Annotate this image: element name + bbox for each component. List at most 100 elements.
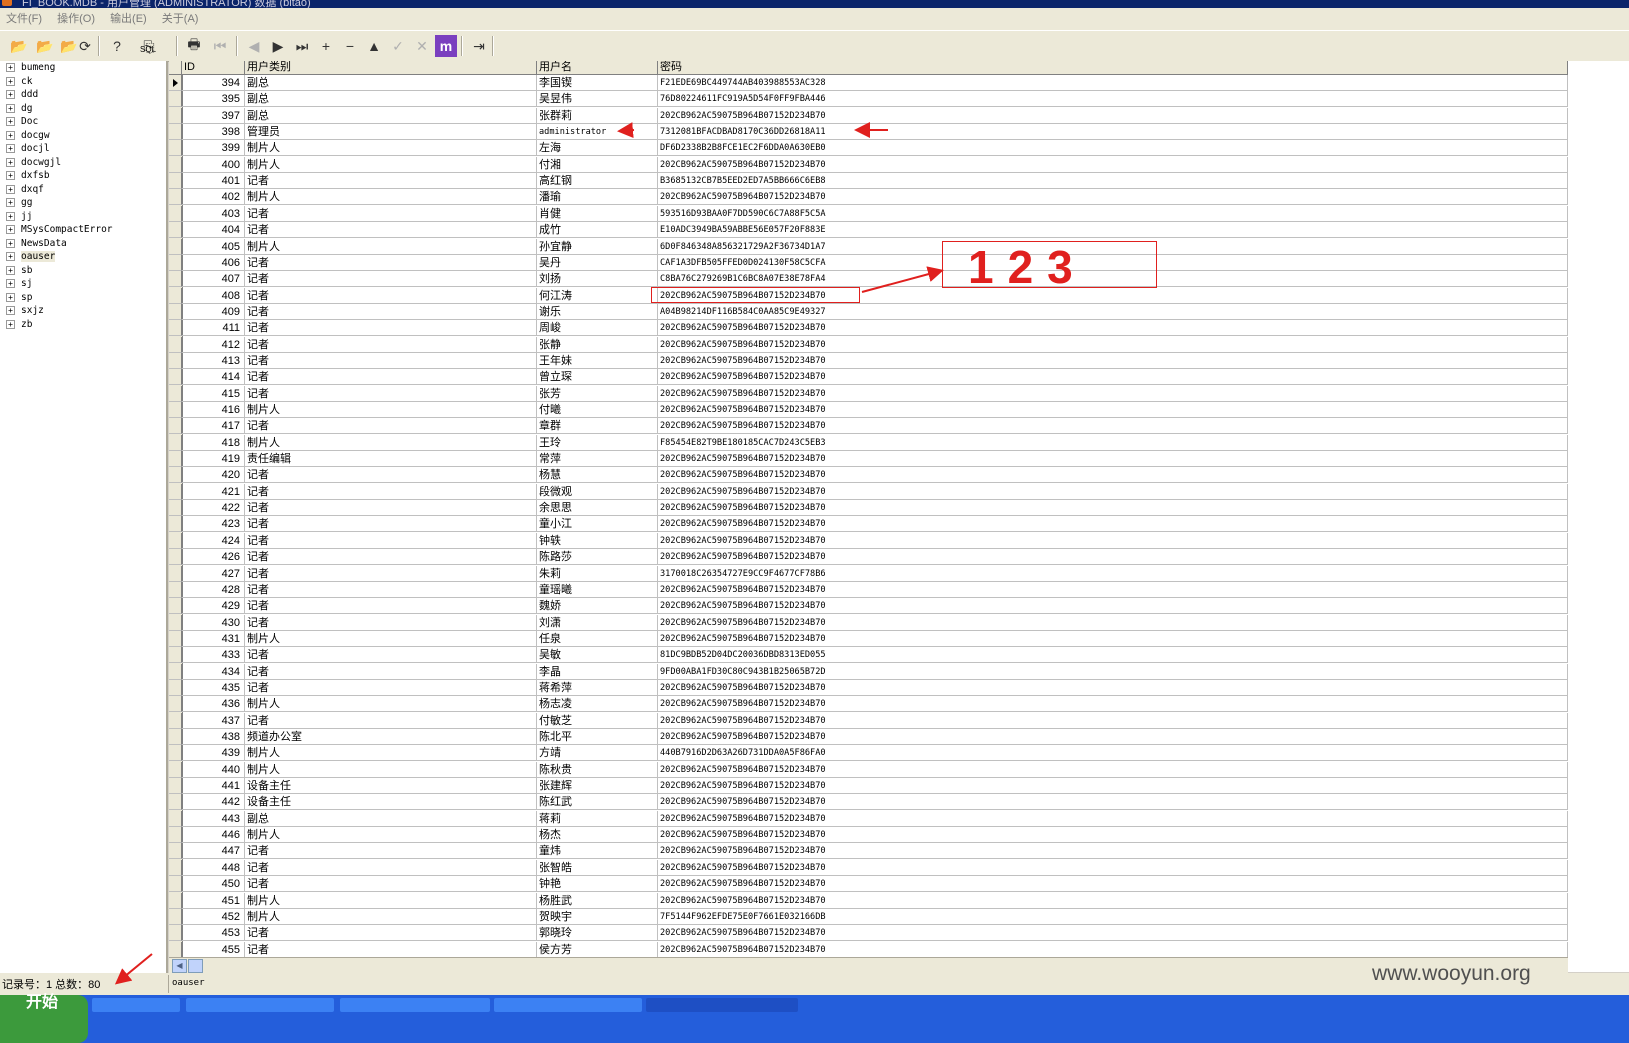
cell-id[interactable]: 443 — [182, 810, 245, 827]
table-row[interactable]: 416 制片人 付曦 202CB962AC59075B964B07152D234B70 — [169, 402, 1568, 418]
cell-user-type[interactable]: 记者 — [245, 565, 537, 582]
cell-username[interactable]: 余思思 — [537, 500, 658, 517]
row-indicator[interactable] — [169, 679, 182, 696]
cell-id[interactable]: 402 — [182, 189, 245, 206]
cell-username[interactable]: 吴丹 — [537, 254, 658, 271]
table-row[interactable]: 451 制片人 杨胜武 202CB962AC59075B964B07152D234B7… — [169, 892, 1568, 909]
cell-user-type[interactable]: 制片人 — [245, 238, 537, 255]
row-indicator[interactable] — [169, 500, 182, 517]
table-row[interactable]: 453 记者 郭晓玲 202CB962AC59075B964B07152D234B70 — [169, 925, 1568, 942]
cell-user-type[interactable]: 记者 — [245, 941, 537, 957]
expand-icon[interactable]: + — [6, 265, 15, 275]
row-indicator[interactable] — [169, 778, 182, 795]
cell-password[interactable]: 202CB962AC59075B964B07152D234B70 — [658, 467, 1568, 484]
exit-icon[interactable]: ⇥ — [468, 35, 490, 57]
cell-id[interactable]: 418 — [182, 434, 245, 451]
cell-id[interactable]: 394 — [182, 75, 245, 91]
cell-password[interactable]: 202CB962AC59075B964B07152D234B70 — [658, 696, 1568, 713]
cell-id[interactable]: 447 — [182, 843, 245, 860]
cell-user-type[interactable]: 副总 — [245, 810, 537, 827]
cell-username[interactable]: 刘扬 — [537, 271, 658, 288]
cancel-record-icon[interactable]: ✕ — [411, 35, 433, 57]
row-indicator[interactable] — [169, 222, 182, 239]
cell-user-type[interactable]: 记者 — [245, 205, 537, 222]
cell-password[interactable]: 202CB962AC59075B964B07152D234B70 — [658, 516, 1568, 533]
row-indicator[interactable] — [169, 843, 182, 860]
row-indicator[interactable] — [169, 91, 182, 108]
cell-user-type[interactable]: 记者 — [245, 925, 537, 942]
cell-id[interactable]: 429 — [182, 598, 245, 615]
row-indicator[interactable] — [169, 892, 182, 909]
row-indicator[interactable] — [169, 859, 182, 876]
cell-username[interactable]: 成竹 — [537, 222, 658, 239]
cell-password[interactable]: 202CB962AC59075B964B07152D234B70 — [658, 859, 1568, 876]
cell-password[interactable]: 202CB962AC59075B964B07152D234B70 — [658, 189, 1568, 206]
cell-password[interactable]: 81DC9BDB52D04DC20036DBD8313ED055 — [658, 647, 1568, 664]
table-row[interactable]: 409 记者 谢乐 A04B98214DF116B584C0AA85C9E49327 — [169, 303, 1568, 320]
cell-id[interactable]: 417 — [182, 418, 245, 435]
row-indicator[interactable] — [169, 467, 182, 484]
row-indicator[interactable] — [169, 238, 182, 255]
tree-item[interactable]: + ck — [6, 75, 32, 88]
tree-item[interactable]: + ddd — [6, 88, 38, 101]
cell-id[interactable]: 408 — [182, 287, 245, 304]
cell-password[interactable]: 202CB962AC59075B964B07152D234B70 — [658, 679, 1568, 696]
table-row[interactable]: 403 记者 肖健 593516D93BAA0F7DD590C6C7A88F5C5A — [169, 205, 1568, 222]
row-indicator[interactable] — [169, 287, 182, 304]
row-indicator[interactable] — [169, 369, 182, 386]
cell-id[interactable]: 421 — [182, 483, 245, 500]
row-indicator[interactable] — [169, 107, 182, 124]
row-indicator[interactable] — [169, 729, 182, 745]
cell-id[interactable]: 404 — [182, 222, 245, 239]
cell-username[interactable]: 陈红武 — [537, 794, 658, 811]
expand-icon[interactable]: + — [6, 63, 15, 72]
table-row[interactable]: 397 副总 张群莉 202CB962AC59075B964B07152D234B70 — [169, 107, 1568, 124]
cell-username[interactable]: 谢乐 — [537, 303, 658, 320]
cell-id[interactable]: 406 — [182, 254, 245, 271]
cell-password[interactable]: 202CB962AC59075B964B07152D234B70 — [658, 369, 1568, 386]
cell-id[interactable]: 416 — [182, 402, 245, 418]
app-logo-icon[interactable]: m — [435, 35, 457, 57]
table-row[interactable]: 423 记者 童小江 202CB962AC59075B964B07152D234B70 — [169, 516, 1568, 533]
tree-item[interactable]: + docgw — [6, 129, 50, 142]
row-indicator[interactable] — [169, 696, 182, 713]
cell-id[interactable]: 397 — [182, 107, 245, 124]
table-row[interactable]: 421 记者 段微观 202CB962AC59075B964B07152D234B70 — [169, 483, 1568, 500]
cell-user-type[interactable]: 记者 — [245, 303, 537, 320]
edit-record-icon[interactable]: ▲ — [363, 35, 385, 57]
tree-item[interactable]: + sxjz — [6, 304, 44, 317]
row-indicator[interactable] — [169, 549, 182, 566]
table-row[interactable]: 440 制片人 陈秋贵 202CB962AC59075B964B07152D234B7… — [169, 761, 1568, 778]
cell-password[interactable]: 202CB962AC59075B964B07152D234B70 — [658, 402, 1568, 418]
table-row[interactable]: 441 设备主任 张建辉 202CB962AC59075B964B07152D234B… — [169, 778, 1568, 795]
table-row[interactable]: 434 记者 李晶 9FD00ABA1FD30C80C943B1B25065B72D — [169, 663, 1568, 680]
cell-password[interactable]: 202CB962AC59075B964B07152D234B70 — [658, 483, 1568, 500]
row-indicator[interactable] — [169, 794, 182, 811]
row-indicator[interactable] — [169, 876, 182, 893]
table-row[interactable]: 436 制片人 杨志凌 202CB962AC59075B964B07152D234B7… — [169, 696, 1568, 713]
cell-id[interactable]: 455 — [182, 941, 245, 957]
first-record-icon[interactable]: ⏮ — [209, 35, 231, 57]
cell-password[interactable]: 202CB962AC59075B964B07152D234B70 — [658, 385, 1568, 402]
cell-user-type[interactable]: 制片人 — [245, 140, 537, 157]
cell-password[interactable]: E10ADC3949BA59ABBE56E057F20F883E — [658, 222, 1568, 239]
table-row[interactable]: 430 记者 刘潇 202CB962AC59075B964B07152D234B70 — [169, 614, 1568, 631]
cell-username[interactable]: 张静 — [537, 336, 658, 353]
expand-icon[interactable]: + — [6, 225, 15, 234]
menu-export[interactable]: 输出(E) — [110, 8, 147, 30]
tree-item[interactable]: + sb — [6, 264, 32, 277]
table-row[interactable]: 429 记者 魏娇 202CB962AC59075B964B07152D234B70 — [169, 598, 1568, 615]
cell-user-type[interactable]: 制片人 — [245, 745, 537, 762]
cell-password[interactable]: 202CB962AC59075B964B07152D234B70 — [658, 810, 1568, 827]
cell-username[interactable]: 刘潇 — [537, 614, 658, 631]
last-record-icon[interactable]: ⏭ — [291, 35, 313, 57]
row-indicator[interactable] — [169, 140, 182, 157]
expand-icon[interactable]: + — [6, 117, 15, 126]
table-row[interactable]: 426 记者 陈路莎 202CB962AC59075B964B07152D234B70 — [169, 549, 1568, 566]
cell-password[interactable]: 202CB962AC59075B964B07152D234B70 — [658, 925, 1568, 942]
cell-username[interactable]: 张建辉 — [537, 778, 658, 795]
cell-username[interactable]: 钟轶 — [537, 532, 658, 549]
row-indicator[interactable] — [169, 761, 182, 778]
cell-id[interactable]: 424 — [182, 532, 245, 549]
cell-id[interactable]: 403 — [182, 205, 245, 222]
